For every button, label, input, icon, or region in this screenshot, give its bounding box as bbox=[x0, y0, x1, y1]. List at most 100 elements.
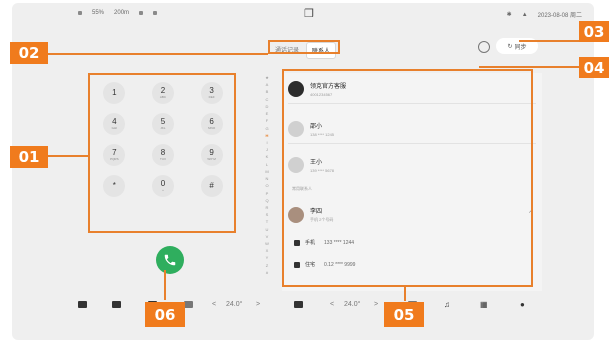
alpha-index-letter[interactable]: Q bbox=[265, 198, 268, 203]
contact-row-expanded[interactable]: 李四 手机 2个号码 bbox=[288, 206, 536, 223]
alpha-index-letter[interactable]: # bbox=[266, 270, 268, 275]
alpha-index-letter[interactable]: S bbox=[266, 212, 269, 217]
alpha-index-letter[interactable]: L bbox=[266, 162, 268, 167]
camera-icon[interactable]: ● bbox=[520, 298, 525, 310]
alpha-index-letter[interactable]: U bbox=[266, 227, 269, 232]
car-icon[interactable] bbox=[78, 298, 87, 310]
key-1[interactable]: 1 bbox=[90, 77, 139, 108]
alpha-index-letter[interactable]: N bbox=[266, 176, 269, 181]
phone-icon bbox=[164, 254, 176, 266]
key-digit: 9 bbox=[209, 148, 214, 157]
contact-row[interactable]: 邵小 138 **** 1245 bbox=[288, 121, 536, 137]
key-7[interactable]: 7 PQRS bbox=[90, 139, 139, 170]
bluetooth-icon: ✱ bbox=[506, 12, 512, 18]
divider bbox=[288, 103, 536, 104]
key-9[interactable]: 9 WXYZ bbox=[187, 139, 236, 170]
alphabet-index[interactable]: ★ A B C D E F G H I J K L M N O P Q R S T U V W X Y Z # bbox=[262, 75, 272, 275]
key-5[interactable]: 5 JKL bbox=[139, 108, 188, 139]
music-icon[interactable]: ♫ bbox=[444, 298, 450, 310]
alpha-index-letter[interactable]: V bbox=[266, 234, 269, 239]
temp-right-decrease[interactable]: < bbox=[330, 298, 334, 310]
key-4[interactable]: 4 GHI bbox=[90, 108, 139, 139]
contact-name: 李四 bbox=[310, 209, 323, 215]
phone-type: 住宅 bbox=[305, 262, 316, 268]
key-6[interactable]: 6 MNO bbox=[187, 108, 236, 139]
contact-number: 139 **** 5678 bbox=[310, 168, 335, 173]
annotation-label-03: 03 bbox=[579, 21, 609, 42]
key-digit: 8 bbox=[160, 148, 166, 157]
alpha-index-letter[interactable]: I bbox=[266, 140, 267, 145]
key-3[interactable]: 3 DEF bbox=[187, 77, 236, 108]
status-range: 200m bbox=[114, 10, 130, 16]
phone-row-home[interactable]: 住宅 0.12 **** 9999 bbox=[294, 261, 532, 268]
avatar bbox=[288, 206, 304, 223]
alpha-index-letter[interactable]: C bbox=[266, 97, 269, 102]
alpha-index-letter[interactable]: D bbox=[266, 104, 269, 109]
alpha-index-letter[interactable]: A bbox=[266, 82, 269, 87]
seat-icon[interactable] bbox=[112, 298, 121, 310]
key-digit: 0 bbox=[160, 179, 166, 188]
key-star[interactable]: * bbox=[90, 170, 139, 201]
alpha-index-letter[interactable]: H bbox=[266, 133, 269, 138]
alpha-index-letter[interactable]: J bbox=[266, 147, 268, 152]
status-battery: 55% bbox=[92, 10, 105, 16]
apps-grid-icon[interactable]: ▦ bbox=[480, 298, 488, 310]
alpha-index-letter[interactable]: Y bbox=[266, 255, 269, 260]
signal-icon bbox=[78, 11, 82, 15]
alpha-index-letter[interactable]: B bbox=[266, 89, 269, 94]
alpha-index-letter[interactable]: R bbox=[266, 205, 269, 210]
alpha-index-letter[interactable]: P bbox=[266, 191, 269, 196]
alpha-index-letter[interactable]: G bbox=[265, 126, 268, 131]
alpha-index-letter[interactable]: T bbox=[266, 219, 268, 224]
seat-heat-icon[interactable] bbox=[184, 298, 193, 310]
contact-row-official[interactable]: 领克官方客服 4001234567 bbox=[288, 81, 536, 97]
wifi-icon: ▲ bbox=[521, 11, 528, 18]
phone-type: 手机 bbox=[305, 240, 316, 246]
divider bbox=[288, 143, 536, 144]
call-button[interactable] bbox=[156, 246, 184, 274]
annotation-label-06: 06 bbox=[145, 302, 185, 327]
key-8[interactable]: 8 TUV bbox=[139, 139, 188, 170]
collapse-icon[interactable]: ^ bbox=[529, 211, 532, 217]
alpha-index-letter[interactable]: E bbox=[266, 111, 269, 116]
temp-left-decrease[interactable]: < bbox=[212, 298, 216, 310]
key-hash[interactable]: # bbox=[187, 170, 236, 201]
alpha-index-letter[interactable]: ★ bbox=[265, 75, 269, 80]
key-letters: TUV bbox=[159, 157, 166, 161]
contact-number: 138 **** 1245 bbox=[310, 132, 335, 137]
contact-row[interactable]: 王小 139 **** 5678 bbox=[288, 157, 536, 173]
alpha-index-letter[interactable]: K bbox=[266, 154, 269, 159]
status-left: 55% 200m bbox=[78, 10, 158, 16]
key-letters: JKL bbox=[160, 126, 166, 130]
temp-left-increase[interactable]: > bbox=[256, 298, 260, 310]
key-digit: 5 bbox=[160, 117, 166, 126]
alpha-index-letter[interactable]: O bbox=[265, 183, 268, 188]
settings-gear-icon[interactable] bbox=[478, 41, 490, 53]
annotation-line-04 bbox=[479, 66, 579, 68]
climate-icon[interactable] bbox=[294, 298, 303, 310]
annotation-label-04: 04 bbox=[579, 57, 609, 78]
key-2[interactable]: 2 ABC bbox=[139, 77, 188, 108]
tab-call-log[interactable]: 通话记录 bbox=[270, 42, 304, 59]
key-digit: 6 bbox=[209, 117, 214, 126]
mobile-icon bbox=[294, 239, 300, 246]
alpha-index-letter[interactable]: F bbox=[266, 118, 268, 123]
contacts-panel: 领克官方客服 4001234567 邵小 138 **** 1245 王小 13… bbox=[282, 73, 542, 291]
avatar bbox=[288, 81, 304, 97]
section-header: 常用联系人 bbox=[292, 186, 312, 191]
phone-tabs: 通话记录 联系人 bbox=[270, 42, 337, 59]
avatar bbox=[288, 121, 304, 137]
alpha-index-letter[interactable]: M bbox=[265, 169, 268, 174]
annotation-line-06 bbox=[164, 270, 166, 300]
phone-row-mobile[interactable]: 手机 133 **** 1244 bbox=[294, 239, 532, 246]
key-digit: 7 bbox=[112, 148, 117, 157]
annotation-label-01: 01 bbox=[10, 146, 48, 168]
key-0[interactable]: 0 + bbox=[139, 170, 188, 201]
alpha-index-letter[interactable]: Z bbox=[266, 263, 268, 268]
sync-label: 同步 bbox=[514, 44, 527, 51]
alpha-index-letter[interactable]: X bbox=[266, 248, 269, 253]
alpha-index-letter[interactable]: W bbox=[265, 241, 269, 246]
temp-right-increase[interactable]: > bbox=[374, 298, 378, 310]
tab-contacts[interactable]: 联系人 bbox=[306, 42, 337, 59]
key-letters: + bbox=[162, 188, 164, 192]
